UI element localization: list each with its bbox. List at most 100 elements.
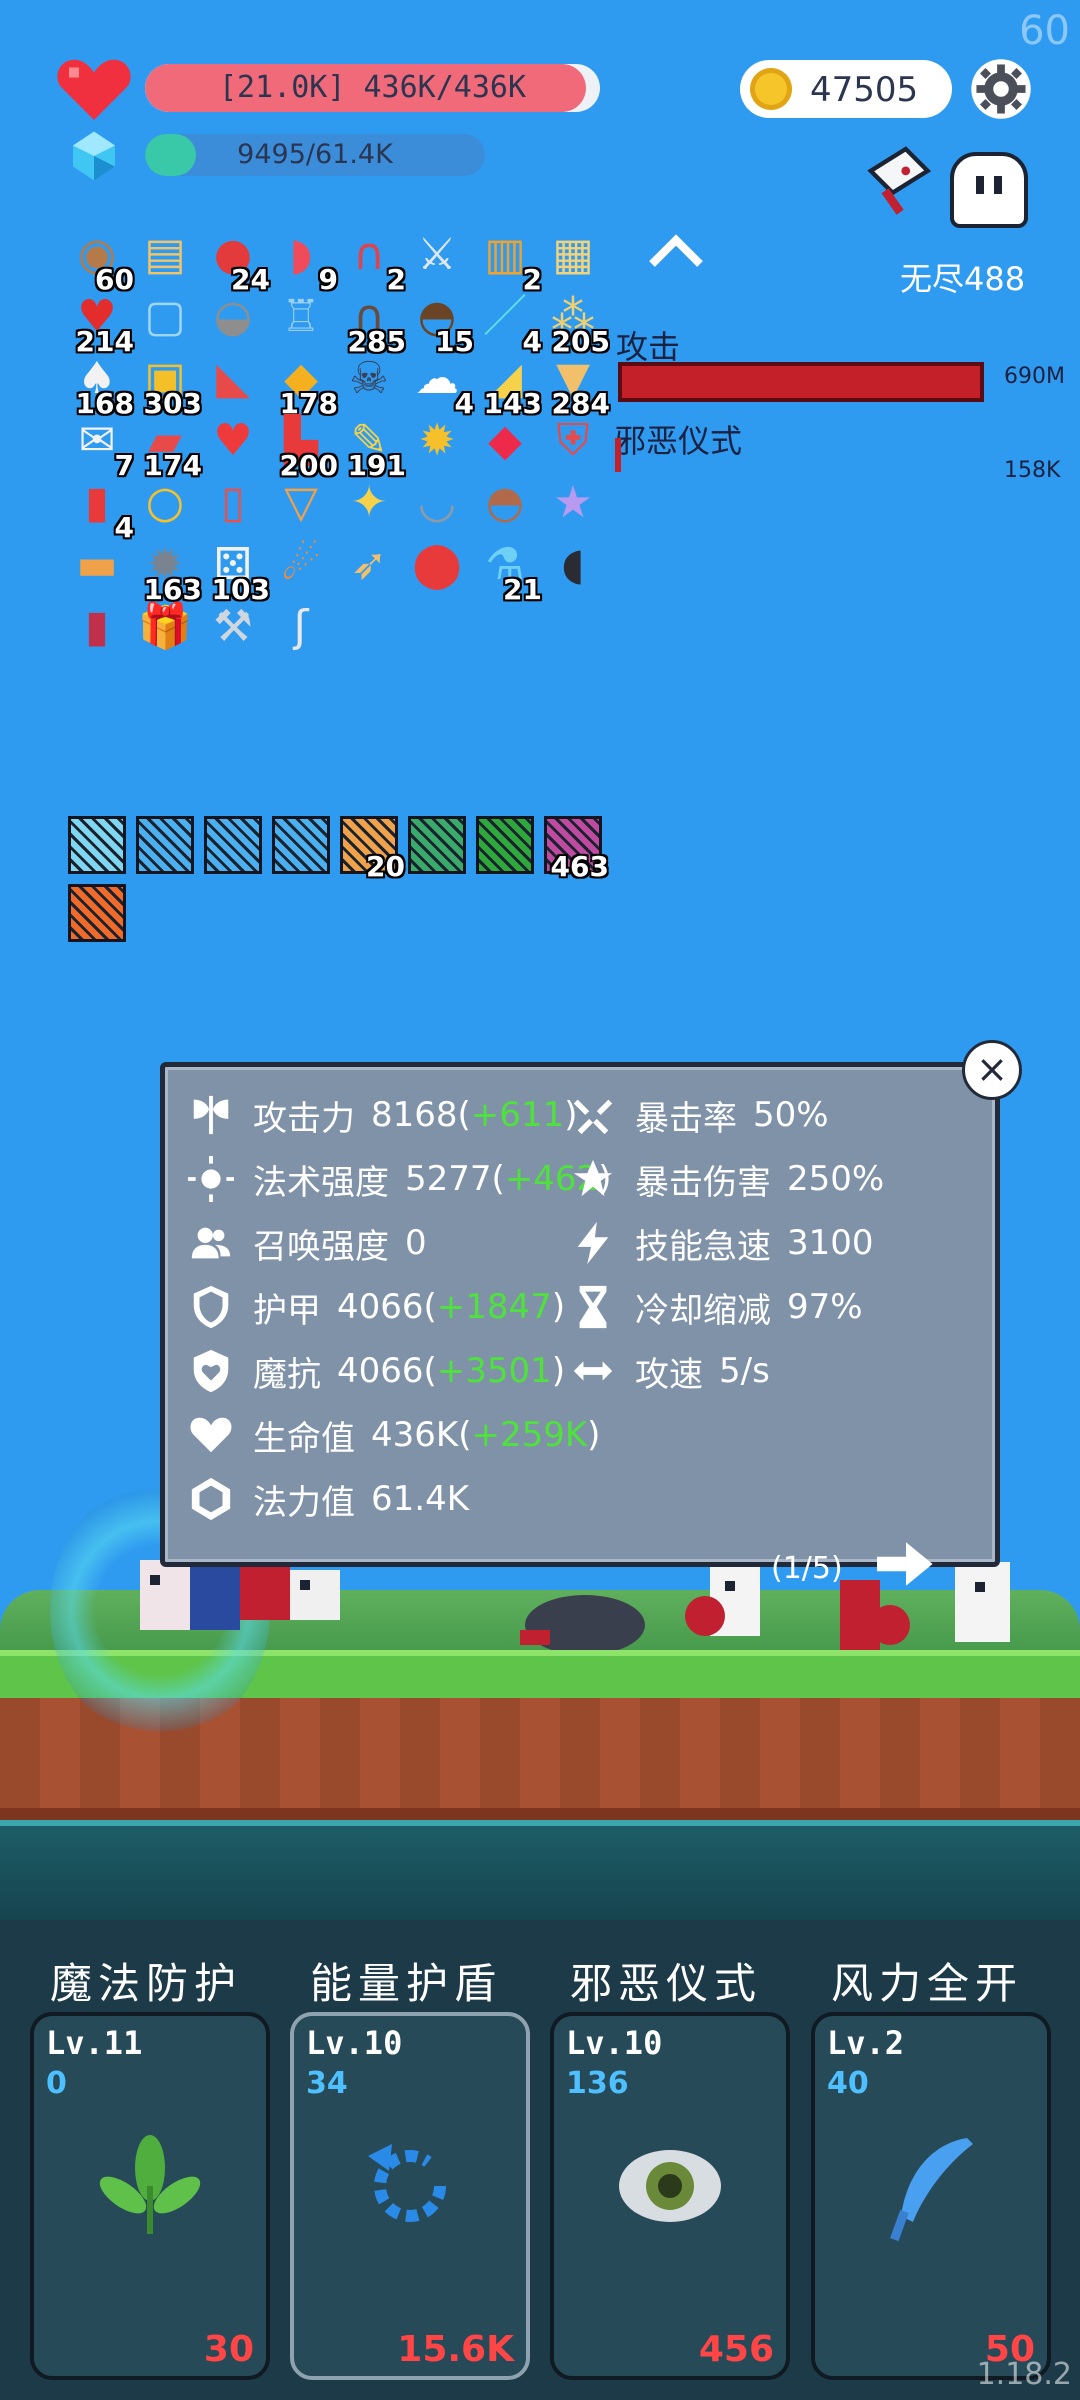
envelope-item[interactable]: ✉ 7 (66, 410, 134, 483)
mortar-item[interactable]: ◡ (406, 472, 468, 534)
grapes-item[interactable]: ⁂ 205 (542, 286, 610, 359)
stat-magic-resist: 魔抗 4066(+3501) (183, 1343, 565, 1399)
maze-rune[interactable] (476, 816, 534, 874)
chest-item[interactable]: ★ (542, 472, 604, 534)
cheese-item[interactable]: ◢ 143 (474, 348, 542, 421)
mushroom-item[interactable]: ◓ (474, 472, 536, 534)
skill-card-magic-protection[interactable]: Lv.11 0 30 (30, 2012, 270, 2380)
coin-icon (750, 68, 792, 110)
chevron-up-icon[interactable] (646, 232, 706, 272)
heart-item[interactable]: ♥ (202, 410, 264, 472)
vortex-rune-3[interactable] (272, 816, 330, 874)
scalpel-item[interactable]: ／ 4 (474, 286, 542, 359)
hourglass-icon (565, 1279, 621, 1335)
skill-value: 34 (306, 2066, 348, 2101)
skill-upgrade-cost: 30 (203, 2329, 254, 2370)
sneaker-item[interactable]: ◣ (202, 348, 264, 410)
spiked-ball-item[interactable]: ✹ 163 (134, 534, 202, 607)
skill-card-full-wind[interactable]: Lv.2 40 50 (811, 2012, 1051, 2380)
white-knight-enemy-sprite (955, 1562, 1010, 1642)
pineapple-item[interactable]: ◆ 178 (270, 348, 338, 421)
hook-item[interactable]: ʃ (270, 596, 332, 658)
stat-value: 3100 (787, 1223, 874, 1263)
map-item[interactable]: ▦ (542, 224, 604, 286)
strawberry-item[interactable]: ♥ 214 (66, 286, 134, 359)
jam-jar-item[interactable]: ▮ (66, 596, 128, 658)
ghost-item[interactable]: ☁ 4 (406, 348, 474, 421)
magic-wand-item[interactable]: ✦ (338, 472, 400, 534)
heart-icon (57, 59, 131, 120)
map-pin-item[interactable]: ⬤ (406, 534, 468, 596)
shirt-item[interactable]: ♖ (270, 286, 332, 348)
tombstone-item[interactable]: ∩ 285 (338, 286, 406, 359)
round-shield-item[interactable]: ◉ 60 (66, 224, 134, 297)
cocktail-item[interactable]: ▽ (270, 472, 332, 534)
close-stats-button[interactable]: × (962, 1040, 1022, 1100)
magnet-item[interactable]: ∩ 2 (338, 224, 406, 297)
empty-slot-item[interactable]: ▢ (134, 286, 196, 348)
watermelon-item[interactable]: ◗ 9 (270, 224, 338, 297)
stat-value: 436K (371, 1415, 459, 1455)
mana-crystal-icon (73, 131, 115, 181)
leaf-icon (90, 2126, 210, 2256)
hexagon-icon (183, 1471, 239, 1527)
cauldron-item[interactable]: ◖ (542, 534, 604, 596)
scroll-item[interactable]: ▤ (134, 224, 196, 286)
chest-rune[interactable]: 20 (340, 816, 405, 883)
cards-item[interactable]: ♠ 168 (66, 348, 134, 421)
fire-rune[interactable] (68, 884, 126, 942)
vortex-rune-1[interactable] (136, 816, 194, 874)
fps-counter: 60 (1019, 8, 1070, 54)
crest-shield-icon: ⛨ (556, 415, 590, 466)
toolbox-item[interactable]: ▣ 303 (134, 348, 202, 421)
gold-amount: 47505 (810, 70, 919, 110)
vortex-rune-2[interactable] (204, 816, 262, 874)
thermometer-item[interactable]: ▯ (202, 472, 264, 534)
cleaver-enemy-icon (867, 146, 932, 215)
crest-shield-item[interactable]: ⛨ (542, 410, 604, 472)
gem-item[interactable]: ◆ (474, 410, 536, 472)
coconut-item[interactable]: ◓ 15 (406, 286, 474, 359)
stat-bonus: +1847 (436, 1287, 552, 1327)
sun-item[interactable]: ✹ (406, 410, 468, 472)
battle-axe-item[interactable]: ⚒ (202, 596, 264, 658)
book-item[interactable]: ▥ 2 (474, 224, 542, 297)
potion-item[interactable]: ⚗ 21 (474, 534, 542, 607)
apple-item[interactable]: ● 24 (202, 224, 270, 297)
next-page-arrow-icon[interactable] (877, 1539, 935, 1589)
pill-item[interactable]: ▰ 174 (134, 410, 202, 483)
meteor-item[interactable]: ☄ (270, 534, 332, 596)
stat-bonus: +611 (470, 1095, 565, 1135)
crit-damage-icon (565, 1151, 621, 1207)
settings-gear-icon[interactable] (970, 58, 1032, 120)
skill-title-magic-protection: 魔法防护 (49, 1959, 242, 2008)
stat-spell-power: 法术强度 5277(+462) (183, 1151, 611, 1207)
stat-value: 250% (787, 1159, 885, 1199)
dice-item[interactable]: ⚄ 103 (202, 534, 270, 607)
axe-icon (183, 1087, 239, 1143)
note-item[interactable]: ✎ 191 (338, 410, 406, 483)
skill-card-energy-shield[interactable]: Lv.10 34 15.6K (290, 2012, 530, 2380)
helmet-item[interactable]: ◒ (202, 286, 264, 348)
skill-card-evil-ritual[interactable]: Lv.10 136 456 (550, 2012, 790, 2380)
bow-item[interactable]: ➶ (338, 534, 400, 596)
enemy-attack-bar (618, 362, 984, 402)
stat-value: 50% (753, 1095, 829, 1135)
meteor-icon: ☄ (281, 539, 321, 590)
ice-cream-item[interactable]: ▼ 284 (542, 348, 610, 421)
ring-item[interactable]: ○ (134, 472, 196, 534)
crit-icon (565, 1087, 621, 1143)
mortar-icon: ◡ (417, 477, 457, 528)
sword-item[interactable]: ⚔ (406, 224, 468, 286)
stat-value: 97% (787, 1287, 863, 1327)
gift-item[interactable]: 🎁 (134, 596, 196, 658)
sun-icon (183, 1151, 239, 1207)
boot-item[interactable]: ▙ 200 (270, 410, 338, 483)
lightbulb-rune[interactable] (68, 816, 126, 874)
briefcase-item[interactable]: ▬ (66, 534, 128, 596)
bookmark-item[interactable]: ▮ 4 (66, 472, 134, 545)
people-icon (183, 1215, 239, 1271)
crown-rune[interactable]: 463 (544, 816, 609, 883)
invader-rune[interactable] (408, 816, 466, 874)
skull-book-item[interactable]: ☠ (338, 348, 400, 410)
